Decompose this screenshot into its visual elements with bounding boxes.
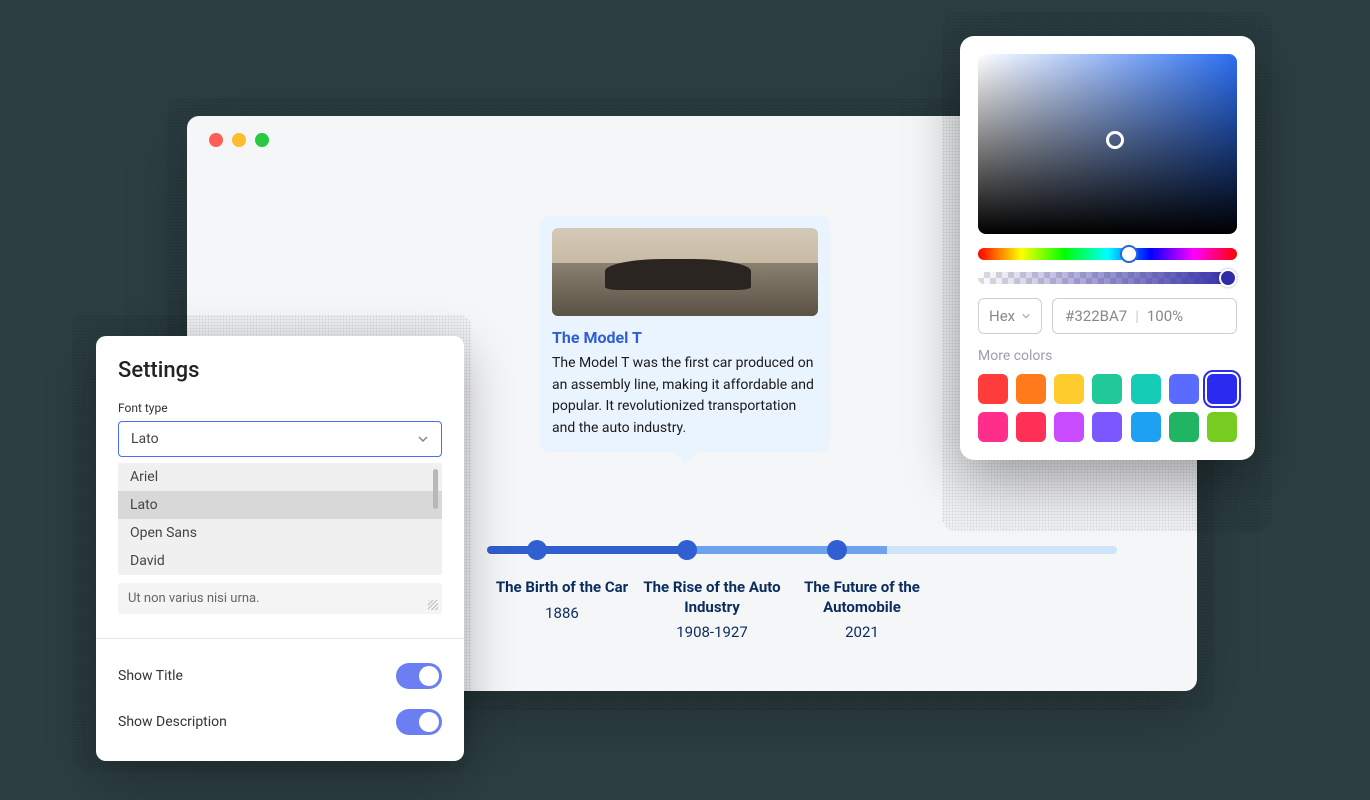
color-swatch[interactable] bbox=[1054, 412, 1084, 442]
show-title-toggle[interactable] bbox=[396, 663, 442, 689]
font-dropdown-list: Ariel Lato Open Sans David bbox=[118, 463, 442, 575]
color-swatch[interactable] bbox=[1207, 374, 1237, 404]
settings-panel: Settings Font type Lato Ariel Lato Open … bbox=[96, 336, 464, 761]
track-segment bbox=[687, 546, 887, 554]
timeline-point[interactable] bbox=[677, 540, 697, 560]
scrollbar[interactable] bbox=[433, 469, 438, 509]
timeline-item[interactable]: The Birth of the Car 1886 bbox=[487, 578, 637, 641]
timeline-item-title: The Birth of the Car bbox=[487, 578, 637, 598]
show-description-row: Show Description bbox=[118, 699, 442, 745]
chevron-down-icon bbox=[417, 433, 429, 445]
timeline-item-year: 1908-1927 bbox=[637, 623, 787, 641]
track-segment bbox=[887, 546, 1117, 554]
font-type-label: Font type bbox=[118, 401, 442, 415]
color-swatch[interactable] bbox=[1131, 412, 1161, 442]
hue-thumb[interactable] bbox=[1120, 245, 1138, 263]
alpha-slider[interactable] bbox=[978, 272, 1237, 284]
settings-title: Settings bbox=[118, 358, 442, 383]
font-option-lato[interactable]: Lato bbox=[118, 491, 442, 519]
color-swatch[interactable] bbox=[978, 374, 1008, 404]
hex-input[interactable]: #322BA7 | 100% bbox=[1052, 298, 1237, 334]
color-format-select[interactable]: Hex bbox=[978, 298, 1042, 334]
font-type-value: Lato bbox=[131, 431, 159, 447]
hue-slider[interactable] bbox=[978, 248, 1237, 260]
color-swatch[interactable] bbox=[1054, 374, 1084, 404]
timeline-point[interactable] bbox=[827, 540, 847, 560]
timeline-point[interactable] bbox=[527, 540, 547, 560]
swatch-grid bbox=[978, 374, 1237, 442]
timeline-item-year: 2021 bbox=[787, 623, 937, 641]
gradient-cursor[interactable] bbox=[1106, 131, 1124, 149]
window-minimize-button[interactable] bbox=[232, 133, 246, 147]
timeline-item-title: The Rise of the Auto Industry bbox=[637, 578, 787, 617]
show-description-toggle[interactable] bbox=[396, 709, 442, 735]
hex-separator: | bbox=[1135, 307, 1139, 325]
color-swatch[interactable] bbox=[1016, 374, 1046, 404]
timeline-item[interactable]: The Future of the Automobile 2021 bbox=[787, 578, 937, 641]
alpha-value: 100% bbox=[1147, 307, 1183, 325]
description-textarea[interactable]: Ut non varius nisi urna. bbox=[118, 583, 442, 614]
timeline-item-year: 1886 bbox=[487, 604, 637, 622]
window-maximize-button[interactable] bbox=[255, 133, 269, 147]
color-swatch[interactable] bbox=[1169, 412, 1199, 442]
font-option-ariel[interactable]: Ariel bbox=[118, 463, 442, 491]
divider bbox=[96, 638, 464, 639]
color-swatch[interactable] bbox=[1016, 412, 1046, 442]
card-image bbox=[552, 228, 818, 316]
color-swatch[interactable] bbox=[1092, 412, 1122, 442]
hex-value: #322BA7 bbox=[1065, 307, 1127, 325]
chevron-down-icon bbox=[1021, 311, 1031, 321]
font-option-david[interactable]: David bbox=[118, 547, 442, 575]
color-swatch[interactable] bbox=[1131, 374, 1161, 404]
alpha-thumb[interactable] bbox=[1219, 269, 1237, 287]
font-option-opensans[interactable]: Open Sans bbox=[118, 519, 442, 547]
color-format-value: Hex bbox=[989, 307, 1015, 325]
track-segment bbox=[487, 546, 687, 554]
card-title: The Model T bbox=[552, 328, 818, 347]
window-close-button[interactable] bbox=[209, 133, 223, 147]
font-type-select[interactable]: Lato bbox=[118, 421, 442, 457]
color-picker-panel: Hex #322BA7 | 100% More colors bbox=[960, 36, 1255, 460]
color-value-row: Hex #322BA7 | 100% bbox=[978, 298, 1237, 334]
color-swatch[interactable] bbox=[1207, 412, 1237, 442]
timeline-popup-card: The Model T The Model T was the first ca… bbox=[540, 216, 830, 452]
color-swatch[interactable] bbox=[1092, 374, 1122, 404]
timeline-labels: The Birth of the Car 1886 The Rise of th… bbox=[487, 578, 1117, 641]
color-swatch[interactable] bbox=[978, 412, 1008, 442]
color-swatch[interactable] bbox=[1169, 374, 1199, 404]
show-title-row: Show Title bbox=[118, 653, 442, 699]
show-title-label: Show Title bbox=[118, 668, 183, 684]
show-description-label: Show Description bbox=[118, 714, 227, 730]
card-body: The Model T was the first car produced o… bbox=[552, 353, 818, 440]
more-colors-label: More colors bbox=[978, 348, 1237, 364]
timeline-item[interactable]: The Rise of the Auto Industry 1908-1927 bbox=[637, 578, 787, 641]
timeline-axis: The Birth of the Car 1886 The Rise of th… bbox=[487, 546, 1117, 641]
timeline-track[interactable] bbox=[487, 546, 1117, 554]
saturation-lightness-area[interactable] bbox=[978, 54, 1237, 234]
timeline-item-title: The Future of the Automobile bbox=[787, 578, 937, 617]
